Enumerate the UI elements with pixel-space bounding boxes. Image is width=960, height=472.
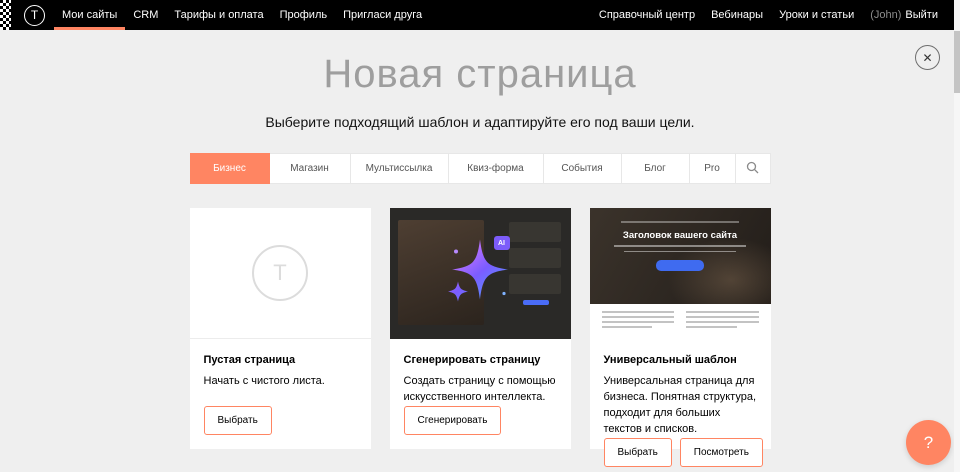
generate-button[interactable]: Сгенерировать <box>404 406 502 435</box>
tab-blog[interactable]: Блог <box>622 154 690 183</box>
nav-item-crm[interactable]: CRM <box>125 0 166 30</box>
preview-text-line <box>624 251 736 253</box>
card-title: Пустая страница <box>204 354 357 366</box>
tilda-logo[interactable]: T <box>24 5 45 26</box>
secondary-nav: Справочный центр Вебинары Уроки и статьи… <box>591 0 946 30</box>
choose-blank-button[interactable]: Выбрать <box>204 406 272 435</box>
preview-hero-section: Заголовок вашего сайта <box>590 208 771 304</box>
card-ai-generate: AI Сгенерировать страницу Создать страни… <box>390 208 571 449</box>
preview-text-section <box>590 304 771 339</box>
card-description: Создать страницу с помощью искусственног… <box>404 374 557 406</box>
card-universal-template: Заголовок вашего сайта Универсальный шаб… <box>590 208 771 449</box>
ai-generate-preview: AI <box>390 208 571 339</box>
nav-item-invite-friend[interactable]: Пригласи друга <box>335 0 430 30</box>
nav-item-lessons[interactable]: Уроки и статьи <box>771 0 862 30</box>
preview-text-line <box>614 245 746 247</box>
nav-item-webinars[interactable]: Вебинары <box>703 0 771 30</box>
nav-item-help-center[interactable]: Справочный центр <box>591 0 703 30</box>
tab-shop[interactable]: Магазин <box>270 154 351 183</box>
help-button[interactable]: ? <box>906 420 951 465</box>
tab-pro[interactable]: Pro <box>690 154 736 183</box>
card-buttons: Выбрать <box>204 406 357 435</box>
view-template-button[interactable]: Посмотреть <box>680 438 763 467</box>
template-category-tabs: Бизнес Магазин Мультиссылка Квиз-форма С… <box>190 153 771 184</box>
tab-multilink[interactable]: Мультиссылка <box>351 154 449 183</box>
preview-site-heading: Заголовок вашего сайта <box>623 230 737 241</box>
main-nav: Мои сайты CRM Тарифы и оплата Профиль Пр… <box>54 0 430 30</box>
card-blank-page: T Пустая страница Начать с чистого листа… <box>190 208 371 449</box>
preview-caption-line <box>621 221 739 223</box>
card-body: Универсальный шаблон Универсальная стран… <box>590 339 771 472</box>
card-description: Начать с чистого листа. <box>204 374 357 390</box>
scrollbar-track[interactable] <box>954 0 960 472</box>
tab-quiz-form[interactable]: Квиз-форма <box>449 154 544 183</box>
search-icon <box>746 161 759 177</box>
tab-events[interactable]: События <box>544 154 622 183</box>
preview-cta-button <box>656 260 704 271</box>
tab-search[interactable] <box>736 154 770 183</box>
universal-template-preview: Заголовок вашего сайта <box>590 208 771 339</box>
user-name: (John) <box>870 9 901 21</box>
preview-text-column <box>686 311 759 332</box>
card-buttons: Сгенерировать <box>404 406 557 435</box>
card-body: Пустая страница Начать с чистого листа. … <box>190 339 371 449</box>
nav-item-my-sites[interactable]: Мои сайты <box>54 0 125 30</box>
card-buttons: Выбрать Посмотреть <box>604 438 757 467</box>
card-body: Сгенерировать страницу Создать страницу … <box>390 339 571 449</box>
nav-item-profile[interactable]: Профиль <box>272 0 336 30</box>
tilda-logo-placeholder-icon: T <box>252 245 308 301</box>
top-bar: T Мои сайты CRM Тарифы и оплата Профиль … <box>0 0 960 30</box>
scrollbar-thumb[interactable] <box>954 31 960 93</box>
card-title: Сгенерировать страницу <box>404 354 557 366</box>
close-button[interactable]: ✕ <box>915 45 940 70</box>
template-cards-row-1: T Пустая страница Начать с чистого листа… <box>190 208 771 449</box>
page-title: Новая страница <box>0 52 960 97</box>
ai-badge: AI <box>494 236 510 250</box>
logout-link[interactable]: (John) Выйти <box>862 0 946 30</box>
card-description: Универсальная страница для бизнеса. Поня… <box>604 374 757 438</box>
card-title: Универсальный шаблон <box>604 354 757 366</box>
preview-text-column <box>602 311 675 332</box>
logout-label: Выйти <box>905 9 938 21</box>
blank-page-preview: T <box>190 208 371 339</box>
nav-item-tariffs[interactable]: Тарифы и оплата <box>166 0 271 30</box>
page-subtitle: Выберите подходящий шаблон и адаптируйте… <box>0 114 960 130</box>
pixel-pattern-decoration <box>0 0 11 30</box>
preview-accent-block <box>523 300 549 305</box>
choose-template-button[interactable]: Выбрать <box>604 438 672 467</box>
close-icon: ✕ <box>922 51 932 65</box>
question-mark-icon: ? <box>924 433 933 453</box>
tab-business[interactable]: Бизнес <box>190 153 270 184</box>
